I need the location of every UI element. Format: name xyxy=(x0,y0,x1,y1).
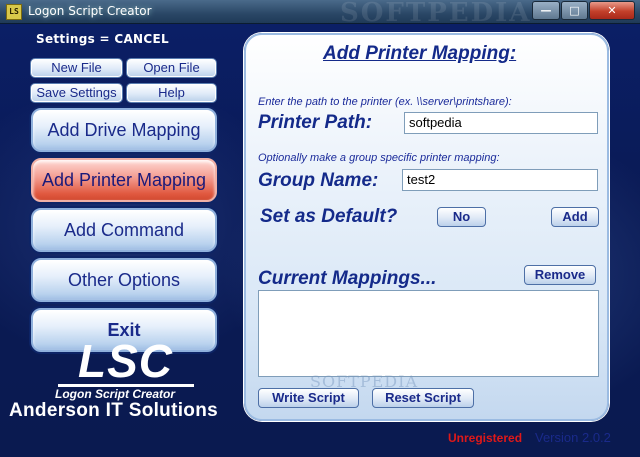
set-default-label: Set as Default? xyxy=(260,206,398,227)
write-script-button[interactable]: Write Script xyxy=(258,388,359,408)
company-name: Anderson IT Solutions xyxy=(9,400,218,421)
current-mappings-list[interactable] xyxy=(258,290,599,377)
unregistered-label: Unregistered xyxy=(448,431,523,445)
other-options-button[interactable]: Other Options xyxy=(31,258,217,302)
title-bar[interactable]: LS Logon Script Creator SOFTPEDIA — □ ✕ xyxy=(0,0,640,28)
close-button[interactable]: ✕ xyxy=(589,1,635,20)
app-icon: LS xyxy=(6,4,22,20)
add-drive-mapping-button[interactable]: Add Drive Mapping xyxy=(31,108,217,152)
printer-path-hint: Enter the path to the printer (ex. \\ser… xyxy=(258,96,512,108)
lsc-logo: LSC xyxy=(78,335,173,387)
add-command-button[interactable]: Add Command xyxy=(31,208,217,252)
help-button[interactable]: Help xyxy=(126,83,217,103)
save-settings-button[interactable]: Save Settings xyxy=(30,83,123,103)
default-toggle-button[interactable]: No xyxy=(437,207,486,227)
new-file-button[interactable]: New File xyxy=(30,58,123,78)
window-title: Logon Script Creator xyxy=(28,4,152,18)
open-file-button[interactable]: Open File xyxy=(126,58,217,78)
printer-path-input[interactable]: softpedia xyxy=(404,112,598,134)
current-mappings-label: Current Mappings... xyxy=(258,268,437,289)
group-name-hint: Optionally make a group specific printer… xyxy=(258,152,500,164)
add-mapping-button[interactable]: Add xyxy=(551,207,599,227)
group-name-input[interactable]: test2 xyxy=(402,169,598,191)
add-printer-mapping-button[interactable]: Add Printer Mapping xyxy=(31,158,217,202)
maximize-button[interactable]: □ xyxy=(561,1,588,20)
printer-path-label: Printer Path: xyxy=(258,112,373,133)
panel-title: Add Printer Mapping: xyxy=(323,43,517,64)
group-name-label: Group Name: xyxy=(258,170,379,191)
logo-subtitle: Logon Script Creator xyxy=(55,387,176,401)
settings-status: Settings = CANCEL xyxy=(36,32,169,46)
remove-mapping-button[interactable]: Remove xyxy=(524,265,596,285)
version-label: Version 2.0.2 xyxy=(535,430,611,445)
minimize-button[interactable]: — xyxy=(532,1,560,20)
reset-script-button[interactable]: Reset Script xyxy=(372,388,474,408)
